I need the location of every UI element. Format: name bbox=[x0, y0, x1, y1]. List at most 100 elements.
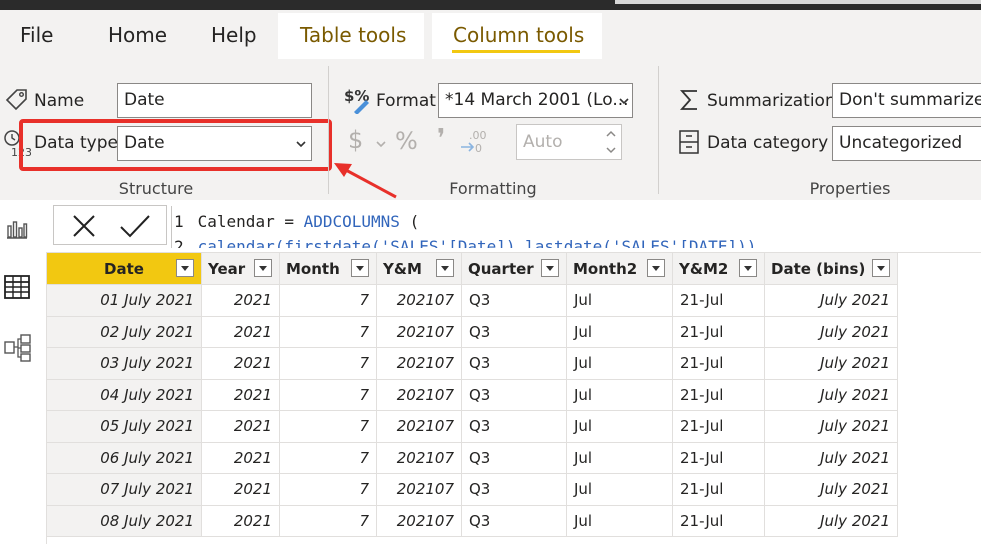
table-cell[interactable]: 2021 bbox=[202, 348, 280, 380]
column-header-quarter[interactable]: Quarter bbox=[462, 253, 567, 285]
summarization-select[interactable]: Don't summarize bbox=[832, 83, 981, 118]
table-cell[interactable]: 21-Jul bbox=[673, 379, 765, 411]
table-cell[interactable]: 7 bbox=[280, 411, 377, 443]
table-cell[interactable]: 202107 bbox=[377, 316, 462, 348]
filter-dropdown-icon[interactable] bbox=[739, 259, 757, 277]
table-cell[interactable]: July 2021 bbox=[765, 505, 898, 537]
table-cell[interactable]: Jul bbox=[567, 316, 673, 348]
table-cell[interactable]: 2021 bbox=[202, 474, 280, 506]
table-cell[interactable]: 7 bbox=[280, 285, 377, 317]
table-cell[interactable]: 2021 bbox=[202, 442, 280, 474]
column-header-month2[interactable]: Month2 bbox=[567, 253, 673, 285]
column-header-y-m2[interactable]: Y&M2 bbox=[673, 253, 765, 285]
table-cell[interactable]: 21-Jul bbox=[673, 474, 765, 506]
table-cell[interactable]: July 2021 bbox=[765, 379, 898, 411]
table-cell[interactable]: Jul bbox=[567, 474, 673, 506]
table-cell[interactable]: July 2021 bbox=[765, 316, 898, 348]
table-cell[interactable]: 21-Jul bbox=[673, 411, 765, 443]
table-cell[interactable]: Jul bbox=[567, 379, 673, 411]
name-input[interactable]: Date bbox=[117, 83, 312, 118]
format-select[interactable]: *14 March 2001 (Lo... bbox=[438, 83, 633, 118]
table-cell[interactable]: 2021 bbox=[202, 316, 280, 348]
filter-dropdown-icon[interactable] bbox=[436, 259, 454, 277]
table-cell[interactable]: Jul bbox=[567, 505, 673, 537]
commit-icon[interactable] bbox=[119, 213, 151, 239]
table-cell[interactable]: 202107 bbox=[377, 474, 462, 506]
filter-dropdown-icon[interactable] bbox=[541, 259, 559, 277]
table-cell[interactable]: 07 July 2021 bbox=[47, 474, 202, 506]
comma-button[interactable]: ❜ bbox=[437, 124, 445, 154]
filter-dropdown-icon[interactable] bbox=[647, 259, 665, 277]
table-cell[interactable]: 21-Jul bbox=[673, 505, 765, 537]
table-cell[interactable]: 7 bbox=[280, 379, 377, 411]
cancel-icon[interactable] bbox=[71, 213, 97, 239]
data-category-select[interactable]: Uncategorized bbox=[832, 126, 981, 161]
table-cell[interactable]: 202107 bbox=[377, 411, 462, 443]
tab-home[interactable]: Home bbox=[108, 10, 167, 60]
tab-file[interactable]: File bbox=[20, 10, 53, 60]
filter-dropdown-icon[interactable] bbox=[351, 259, 369, 277]
table-cell[interactable]: 21-Jul bbox=[673, 348, 765, 380]
table-cell[interactable]: Jul bbox=[567, 442, 673, 474]
table-cell[interactable]: Q3 bbox=[462, 411, 567, 443]
tab-table-tools[interactable]: Table tools bbox=[300, 10, 406, 60]
table-cell[interactable]: 7 bbox=[280, 505, 377, 537]
table-cell[interactable]: 2021 bbox=[202, 411, 280, 443]
data-view-icon[interactable] bbox=[4, 275, 30, 299]
table-cell[interactable]: Q3 bbox=[462, 442, 567, 474]
column-header-date-bins-[interactable]: Date (bins) bbox=[765, 253, 898, 285]
table-cell[interactable]: 202107 bbox=[377, 505, 462, 537]
filter-dropdown-icon[interactable] bbox=[176, 259, 194, 277]
table-cell[interactable]: 7 bbox=[280, 316, 377, 348]
table-cell[interactable]: 06 July 2021 bbox=[47, 442, 202, 474]
table-cell[interactable]: Jul bbox=[567, 285, 673, 317]
table-cell[interactable]: 21-Jul bbox=[673, 442, 765, 474]
table-cell[interactable]: Jul bbox=[567, 348, 673, 380]
table-cell[interactable]: 7 bbox=[280, 474, 377, 506]
table-cell[interactable]: July 2021 bbox=[765, 285, 898, 317]
table-cell[interactable]: Q3 bbox=[462, 474, 567, 506]
table-cell[interactable]: July 2021 bbox=[765, 474, 898, 506]
table-cell[interactable]: Q3 bbox=[462, 505, 567, 537]
table-cell[interactable]: 2021 bbox=[202, 379, 280, 411]
report-view-icon[interactable] bbox=[5, 216, 29, 240]
filter-dropdown-icon[interactable] bbox=[254, 259, 272, 277]
spinner-icon[interactable] bbox=[604, 127, 618, 157]
table-cell[interactable]: 21-Jul bbox=[673, 316, 765, 348]
table-cell[interactable]: 02 July 2021 bbox=[47, 316, 202, 348]
table-cell[interactable]: 7 bbox=[280, 348, 377, 380]
table-cell[interactable]: 7 bbox=[280, 442, 377, 474]
table-cell[interactable]: Jul bbox=[567, 411, 673, 443]
formula-editor[interactable]: 1 Calendar = ADDCOLUMNS ( 2 calendar(first… bbox=[174, 206, 981, 248]
currency-button[interactable]: $ bbox=[348, 126, 363, 154]
table-cell[interactable]: July 2021 bbox=[765, 348, 898, 380]
table-cell[interactable]: 202107 bbox=[377, 379, 462, 411]
column-header-month[interactable]: Month bbox=[280, 253, 377, 285]
table-cell[interactable]: July 2021 bbox=[765, 411, 898, 443]
table-cell[interactable]: 21-Jul bbox=[673, 285, 765, 317]
table-cell[interactable]: 2021 bbox=[202, 505, 280, 537]
table-cell[interactable]: 2021 bbox=[202, 285, 280, 317]
table-cell[interactable]: July 2021 bbox=[765, 442, 898, 474]
model-view-icon[interactable] bbox=[4, 334, 32, 362]
table-cell[interactable]: Q3 bbox=[462, 316, 567, 348]
table-cell[interactable]: 04 July 2021 bbox=[47, 379, 202, 411]
percent-button[interactable]: % bbox=[395, 127, 418, 155]
column-header-date[interactable]: Date bbox=[47, 253, 202, 285]
decimal-places-icon[interactable]: .00 0 bbox=[459, 127, 489, 155]
table-cell[interactable]: 202107 bbox=[377, 348, 462, 380]
table-cell[interactable]: 01 July 2021 bbox=[47, 285, 202, 317]
table-cell[interactable]: 08 July 2021 bbox=[47, 505, 202, 537]
table-cell[interactable]: Q3 bbox=[462, 348, 567, 380]
table-cell[interactable]: Q3 bbox=[462, 285, 567, 317]
tab-help[interactable]: Help bbox=[211, 10, 257, 60]
table-cell[interactable]: Q3 bbox=[462, 379, 567, 411]
name-label: Name bbox=[34, 91, 85, 111]
filter-dropdown-icon[interactable] bbox=[872, 259, 890, 277]
column-header-year[interactable]: Year bbox=[202, 253, 280, 285]
column-header-y-m[interactable]: Y&M bbox=[377, 253, 462, 285]
table-cell[interactable]: 202107 bbox=[377, 442, 462, 474]
table-cell[interactable]: 03 July 2021 bbox=[47, 348, 202, 380]
table-cell[interactable]: 202107 bbox=[377, 285, 462, 317]
table-cell[interactable]: 05 July 2021 bbox=[47, 411, 202, 443]
